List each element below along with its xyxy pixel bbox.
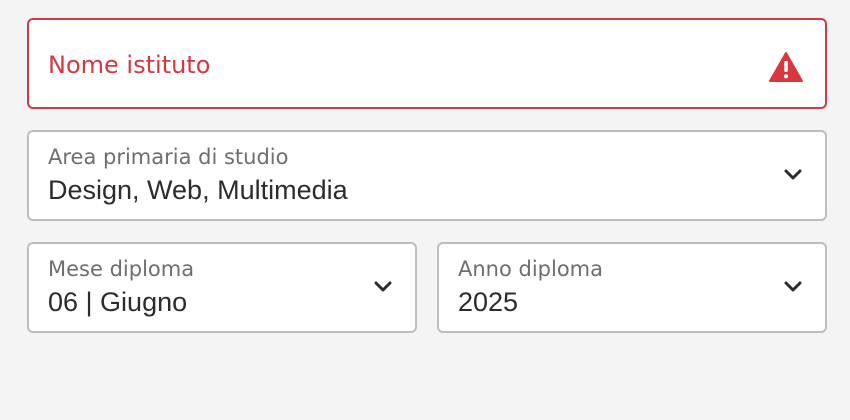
graduation-month-label: Mese diploma (48, 257, 195, 281)
institution-name-field[interactable]: Nome istituto (27, 18, 827, 109)
graduation-month-select[interactable]: Mese diploma 06 | Giugno (27, 242, 417, 333)
study-area-select[interactable]: Area primaria di studio Design, Web, Mul… (27, 130, 827, 221)
study-area-value: Design, Web, Multimedia (48, 175, 348, 205)
institution-name-placeholder: Nome istituto (48, 51, 211, 79)
study-area-label: Area primaria di studio (48, 145, 289, 169)
warning-icon (768, 51, 804, 83)
chevron-down-icon (783, 280, 803, 294)
graduation-month-value: 06 | Giugno (48, 287, 188, 317)
chevron-down-icon (783, 168, 803, 182)
graduation-year-select[interactable]: Anno diploma 2025 (437, 242, 827, 333)
graduation-year-value: 2025 (458, 287, 519, 317)
graduation-year-label: Anno diploma (458, 257, 604, 281)
chevron-down-icon (373, 280, 393, 294)
